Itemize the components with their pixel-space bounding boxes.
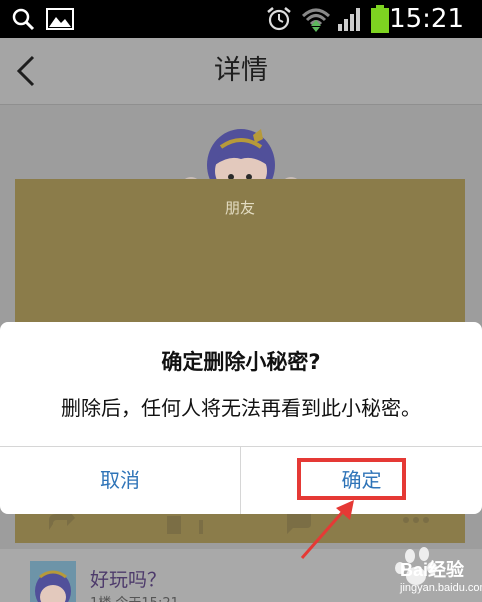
page-title: 详情 (214, 55, 268, 86)
watermark-brand: Bai经验 (400, 560, 465, 580)
comment-text: 好玩吗？ (90, 569, 167, 591)
dialog-message: 删除后，任何人将无法再看到此小秘密。 (61, 396, 421, 420)
confirm-dialog: 确定删除小秘密? 删除后，任何人将无法再看到此小秘密。 取消 确定 (0, 322, 482, 514)
signal-icon (336, 0, 366, 38)
top-bar: 详情 (0, 38, 482, 105)
comment-meta: 1楼 今天15:21 (90, 592, 179, 602)
dialog-title: 确定删除小秘密? (161, 350, 321, 374)
image-icon (44, 0, 76, 38)
wifi-icon (300, 0, 332, 38)
watermark-url: jingyan.baidu.com (400, 582, 482, 594)
clock-time: 15:21 (389, 4, 464, 34)
alarm-icon (264, 0, 294, 38)
search-icon (8, 0, 38, 38)
commenter-avatar (30, 561, 76, 602)
screen: 15:21 详情 朋友 好玩吗？ 确定删除小秘密? 删除后，任何人将无法再看到此… (0, 0, 482, 602)
highlight-annotation (297, 458, 406, 500)
arrow-annotation-icon (300, 500, 354, 559)
card-tag: 朋友 (224, 199, 255, 217)
cancel-button[interactable]: 取消 (0, 447, 240, 514)
status-bar: 15:21 (0, 0, 482, 38)
